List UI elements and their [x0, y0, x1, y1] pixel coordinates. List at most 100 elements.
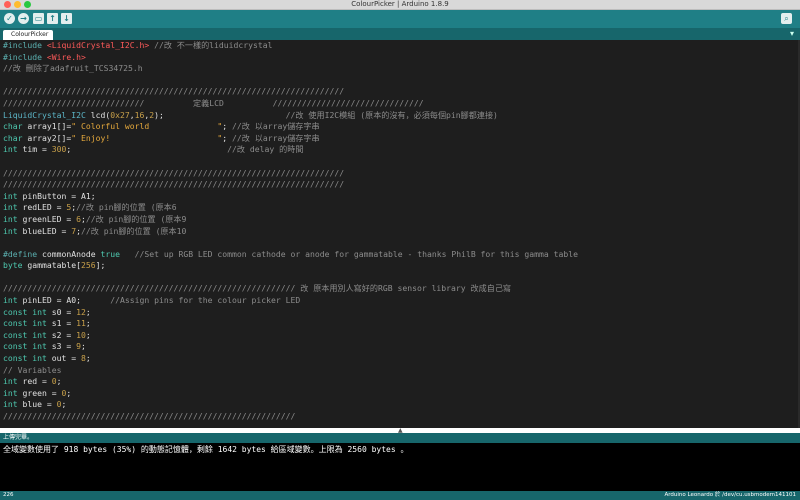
code-token: ; [85, 353, 91, 364]
line-number: 226 [3, 492, 14, 498]
code-token: //改 pin腳的位置 (原本10 [80, 225, 187, 236]
code-token: array2[]= [27, 132, 72, 143]
code-token: gammatable[ [27, 260, 81, 271]
tab-colourpicker[interactable]: ColourPicker § [3, 30, 53, 48]
code-token: redLED = [22, 202, 67, 213]
code-token: greenLED = [22, 213, 77, 224]
save-sketch-icon[interactable]: ↓ [61, 13, 72, 24]
code-token: // Variables [3, 364, 62, 375]
code-line: ///////////////////////////// 定義LCD ////… [0, 98, 798, 110]
code-token: const int [3, 318, 52, 329]
code-token: ////////////////////////////////////////… [3, 283, 512, 294]
code-token: ////////////////////////////////////////… [3, 167, 345, 178]
code-line: int green = 0; [0, 388, 798, 400]
code-token: ; [85, 306, 91, 317]
toolbar: ✓ → ▭ ↑ ↓ ⌕ [0, 10, 800, 28]
code-token: tim = [22, 144, 52, 155]
code-token: s3 = [51, 341, 77, 352]
code-token: //Set up RGB LED common cathode or anode… [119, 248, 579, 259]
code-token: ; [85, 329, 91, 340]
code-token: int [3, 376, 23, 387]
code-editor[interactable]: #include <LiquidCrystal_I2C.h> //改 不一樣的l… [0, 40, 798, 428]
code-token: ; [80, 341, 86, 352]
code-line: #include <LiquidCrystal_I2C.h> //改 不一樣的l… [0, 40, 798, 52]
code-line: const int s2 = 10; [0, 330, 798, 342]
code-line: int redLED = 5;//改 pin腳的位置 (原本6 [0, 202, 798, 214]
code-token: //改 delay 的時間 [71, 144, 304, 155]
code-token: int [3, 144, 23, 155]
code-token: //改 pin腳的位置 (原本9 [85, 213, 187, 224]
code-line: ////////////////////////////////////////… [0, 86, 798, 98]
code-line: ////////////////////////////////////////… [0, 168, 798, 180]
code-token: const int [3, 329, 52, 340]
code-token: 300 [51, 144, 67, 155]
verify-icon[interactable]: ✓ [4, 13, 15, 24]
code-line: int blue = 0; [0, 399, 798, 411]
code-token: ////////////////////////////////////////… [3, 411, 296, 421]
code-line: int greenLED = 6;//改 pin腳的位置 (原本9 [0, 214, 798, 226]
code-token: int [3, 295, 23, 306]
code-token: #include [3, 40, 47, 50]
status-bar: 上傳完畢。 [0, 433, 800, 443]
code-token: pinLED = A0; [22, 295, 81, 306]
code-line: const int s1 = 11; [0, 318, 798, 330]
code-token: const int [3, 353, 52, 364]
code-token: //改 pin腳的位置 (原本6 [76, 202, 177, 213]
code-token: char [3, 121, 28, 132]
code-line: char array2[]=" Enjoy! "; //改 以array儲存字串 [0, 133, 798, 145]
code-token: int [3, 202, 23, 213]
console-output: 全域變數使用了 918 bytes (35%) 的動態記憶體，剩餘 1642 b… [0, 443, 800, 491]
code-line: //改 刪除了adafruit_TCS34725.h [0, 63, 798, 75]
code-token: ////////////////////////////////////////… [3, 179, 345, 190]
code-token: " Colorful world " [71, 121, 223, 132]
code-token: //改 以array儲存字串 [232, 121, 320, 132]
code-line: int pinButton = A1; [0, 191, 798, 203]
code-token: char [3, 132, 28, 143]
code-token: s0 = [51, 306, 77, 317]
code-line: char array1[]=" Colorful world "; //改 以a… [0, 121, 798, 133]
code-token: green = [22, 387, 62, 398]
code-token: true [100, 248, 120, 259]
code-token: //改 以array儲存字串 [232, 132, 320, 143]
code-token: blueLED = [22, 225, 72, 236]
code-line: int blueLED = 7;//改 pin腳的位置 (原本10 [0, 226, 798, 238]
code-token: 256 [80, 260, 96, 271]
serial-monitor-icon[interactable]: ⌕ [781, 13, 792, 24]
code-token: //改 刪除了adafruit_TCS34725.h [3, 63, 143, 74]
board-port: Arduino Leonardo 於 /dev/cu.usbmodem14110… [664, 492, 796, 498]
code-line: int pinLED = A0; //Assign pins for the c… [0, 295, 798, 307]
code-token: pinButton = A1; [22, 190, 96, 201]
code-line: const int s0 = 12; [0, 307, 798, 319]
code-token: red = [22, 376, 52, 387]
code-token: #include [3, 51, 47, 62]
status-message: 上傳完畢。 [3, 434, 34, 441]
code-line: ////////////////////////////////////////… [0, 411, 798, 423]
code-token: int [3, 213, 23, 224]
code-token: int [3, 190, 23, 201]
open-sketch-icon[interactable]: ↑ [47, 13, 58, 24]
code-token: 16 [134, 109, 145, 120]
code-token: 11 [76, 318, 86, 329]
upload-icon[interactable]: → [18, 13, 29, 24]
code-line: // Variables [0, 365, 798, 377]
code-line: ////////////////////////////////////////… [0, 179, 798, 191]
code-token: //改 使用I2C模組 (原本的沒有，必須每個pin腳都連接) [163, 109, 498, 120]
tab-menu-icon[interactable]: ▾ [790, 29, 794, 39]
code-token: 10 [76, 329, 86, 340]
code-token: ; [61, 399, 67, 410]
code-token: LiquidCrystal_I2C [3, 109, 91, 120]
code-token: #define [3, 248, 42, 259]
tab-bar: ColourPicker § ▾ [0, 28, 800, 48]
code-token: const int [3, 306, 52, 317]
new-sketch-icon[interactable]: ▭ [33, 13, 44, 24]
code-line: LiquidCrystal_I2C lcd(0x27,16,2); //改 使用… [0, 110, 798, 122]
code-token: ; [56, 376, 62, 387]
code-token: <LiquidCrystal_I2C.h> [46, 40, 150, 50]
code-token: s2 = [51, 329, 77, 340]
code-token: const int [3, 341, 52, 352]
code-token: byte [3, 260, 28, 271]
